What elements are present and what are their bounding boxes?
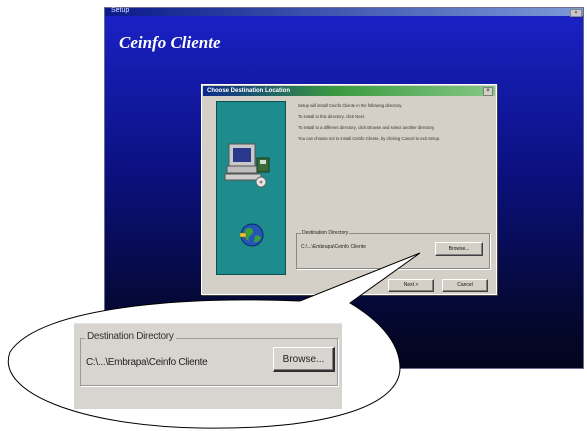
zoomed-detail-panel: Destination Directory C:\...\Embrapa\Cei… [74, 323, 342, 409]
zoomed-destination-path: C:\...\Embrapa\Ceinfo Cliente [86, 357, 208, 368]
zoomed-destination-group: Destination Directory C:\...\Embrapa\Cei… [80, 331, 338, 386]
zoomed-destination-label: Destination Directory [85, 331, 176, 342]
zoomed-browse-button[interactable]: Browse... [273, 347, 335, 372]
